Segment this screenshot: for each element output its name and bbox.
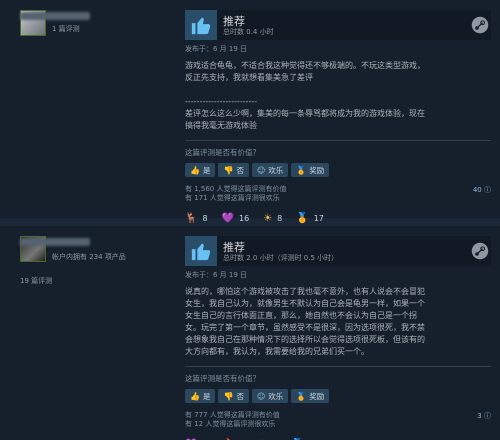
reaction-deer[interactable]: 🦌 8 xyxy=(185,213,208,224)
medal-icon: 🏅 xyxy=(296,213,309,224)
author-review-count[interactable]: 19 篇评测 xyxy=(20,276,52,286)
vote-funny-label: 欢乐 xyxy=(268,391,284,401)
playtime-hours: 总时数 2.0 小时（评测时 0.5 小时） xyxy=(223,254,339,262)
review-line: 女。玩完了第一个章节，虽然感受不是很深，因为选项很死，我不禁 xyxy=(185,323,425,332)
helpful-stat: 有 1,560 人觉得这篇评测有价值 xyxy=(185,185,287,193)
author-name-blurred[interactable] xyxy=(20,12,90,20)
thumbs-up-icon: 👍 xyxy=(190,391,200,401)
vote-buttons: 👍 是 👎 否 ☺ 欢乐 🏅 奖励 xyxy=(185,163,491,177)
review-content: 推荐 总时数 0.4 小时 发布于：6 月 19 日 游戏适合龟龟，不适合我这种… xyxy=(185,10,491,224)
review-content: 推荐 总时数 2.0 小时（评测时 0.5 小时） 发布于：6 月 19 日 说… xyxy=(185,236,491,440)
reaction-heart-hands[interactable]: 💜 16 xyxy=(222,213,250,224)
vote-no-label: 否 xyxy=(236,391,244,401)
info-icon: ⓘ xyxy=(484,412,491,420)
thumbs-up-icon xyxy=(185,236,217,266)
review-card: 1 篇评测 推荐 总时数 0.4 小时 发布于：6 月 19 日 游戏适合龟龟，… xyxy=(0,0,500,224)
thumbs-down-icon: 👎 xyxy=(223,165,234,175)
review-line: 大方向都有，我认为，我需要给我的兄弟们买一个。 xyxy=(185,347,369,356)
helpful-question: 这篇评测是否有价值？ xyxy=(185,148,260,157)
review-line: 会想象我自己在那种情况下的选择所以会觉得选项很死板，但该有的 xyxy=(185,335,425,344)
review-line: 搞得我毫无游戏体验 xyxy=(185,121,257,130)
vote-yes-button[interactable]: 👍 是 xyxy=(185,163,216,177)
award-button[interactable]: 🏅 奖励 xyxy=(291,163,330,177)
thumbs-up-icon: 👍 xyxy=(190,165,200,175)
recommendation-header: 推荐 总时数 0.4 小时 xyxy=(185,10,491,40)
posted-date: 发布于：6 月 19 日 xyxy=(185,45,248,53)
reaction-count: 8 xyxy=(202,214,208,223)
vote-no-label: 否 xyxy=(236,165,244,175)
review-line: 女生自己的言行体面正直，那么，她自然也不会认为自己是一个拐 xyxy=(185,311,417,320)
award-tally[interactable]: 40 ⓘ xyxy=(473,185,491,195)
funny-stat: 有 12 人觉得这篇评测很欢乐 xyxy=(185,420,276,428)
award-icon: 🏅 xyxy=(296,165,307,175)
heart-hands-icon: 💜 xyxy=(221,213,234,224)
sun-icon: ☀ xyxy=(263,213,273,224)
author-block: 1 篇评测 xyxy=(20,10,180,36)
reaction-sun[interactable]: ☀ 8 xyxy=(263,213,282,224)
smile-icon: ☺ xyxy=(256,391,266,401)
review-body: 游戏适合龟龟，不适合我这种觉得还不够极端的。不玩这类型游戏， 反正先支持，我就想… xyxy=(185,60,491,132)
thumbs-up-icon xyxy=(185,10,217,40)
vote-yes-label: 是 xyxy=(202,391,211,401)
review-line: 游戏适合龟龟，不适合我这种觉得还不够极端的。不玩这类型游戏， xyxy=(185,61,425,70)
vote-no-button[interactable]: 👎 否 xyxy=(218,163,249,177)
reaction-count: 16 xyxy=(239,214,250,223)
award-icon: 🏅 xyxy=(296,391,307,401)
vote-yes-button[interactable]: 👍 是 xyxy=(185,389,216,403)
helpful-stat: 有 777 人觉得这篇评测有价值 xyxy=(185,411,280,419)
reaction-count: 17 xyxy=(313,214,324,223)
award-tally-count: 3 xyxy=(477,412,482,420)
helpful-question: 这篇评测是否有价值？ xyxy=(185,374,260,383)
reactions-row: 🦌 8 💜 16 ☀ 8 🏅 17 xyxy=(185,213,491,224)
author-name-blurred[interactable] xyxy=(20,238,90,246)
vote-buttons: 👍 是 👎 否 ☺ 欢乐 🏅 奖励 xyxy=(185,389,491,403)
posted-date: 发布于：6 月 19 日 xyxy=(185,271,248,279)
reaction-medal[interactable]: 🏅 17 xyxy=(296,213,324,224)
funny-stat: 有 171 人觉得这篇评测很欢乐 xyxy=(185,194,280,202)
vote-funny-button[interactable]: ☺ 欢乐 xyxy=(251,389,289,403)
review-card: 帐户内拥有 234 项产品 19 篇评测 推荐 总时数 2.0 小时（评测时 0… xyxy=(0,226,500,440)
divider xyxy=(185,140,491,141)
vote-yes-label: 是 xyxy=(202,165,211,175)
recommendation-header: 推荐 总时数 2.0 小时（评测时 0.5 小时） xyxy=(185,236,491,266)
award-tally-count: 40 xyxy=(472,186,482,194)
award-tally[interactable]: 3 ⓘ xyxy=(477,411,491,421)
vote-funny-label: 欢乐 xyxy=(268,165,284,175)
review-line: 反正先支持，我就想看集美急了差评 xyxy=(185,73,313,82)
steam-logo-icon xyxy=(471,242,489,260)
vote-funny-button[interactable]: ☺ 欢乐 xyxy=(251,163,289,177)
review-line: 说真的，哪怕这个游戏被攻击了我也毫不意外，也有人说会不会冒犯 xyxy=(185,287,425,296)
review-line-spacer xyxy=(185,84,491,96)
deer-icon: 🦌 xyxy=(185,213,198,224)
award-label: 奖励 xyxy=(309,165,325,175)
info-icon: ⓘ xyxy=(484,186,491,194)
review-line: 女生，我自己认为，就像男生不默认为自己会是龟男一样，如果一个 xyxy=(185,299,425,308)
reaction-count: 8 xyxy=(277,214,283,223)
review-line: ------------------------- xyxy=(185,97,258,106)
review-body: 说真的，哪怕这个游戏被攻击了我也毫不意外，也有人说会不会冒犯 女生，我自己认为，… xyxy=(185,286,491,358)
award-label: 奖励 xyxy=(309,391,325,401)
smile-icon: ☺ xyxy=(256,165,266,175)
divider xyxy=(185,366,491,367)
review-line: 差评怎么这么少啊，集美的每一条辱骂都将成为我的游戏体验，现在 xyxy=(185,109,425,118)
steam-logo-icon xyxy=(471,16,489,34)
thumbs-down-icon: 👎 xyxy=(223,391,234,401)
playtime-hours: 总时数 0.4 小时 xyxy=(223,28,274,36)
award-button[interactable]: 🏅 奖励 xyxy=(291,389,330,403)
vote-no-button[interactable]: 👎 否 xyxy=(218,389,249,403)
author-block: 帐户内拥有 234 项产品 19 篇评测 xyxy=(20,236,180,285)
